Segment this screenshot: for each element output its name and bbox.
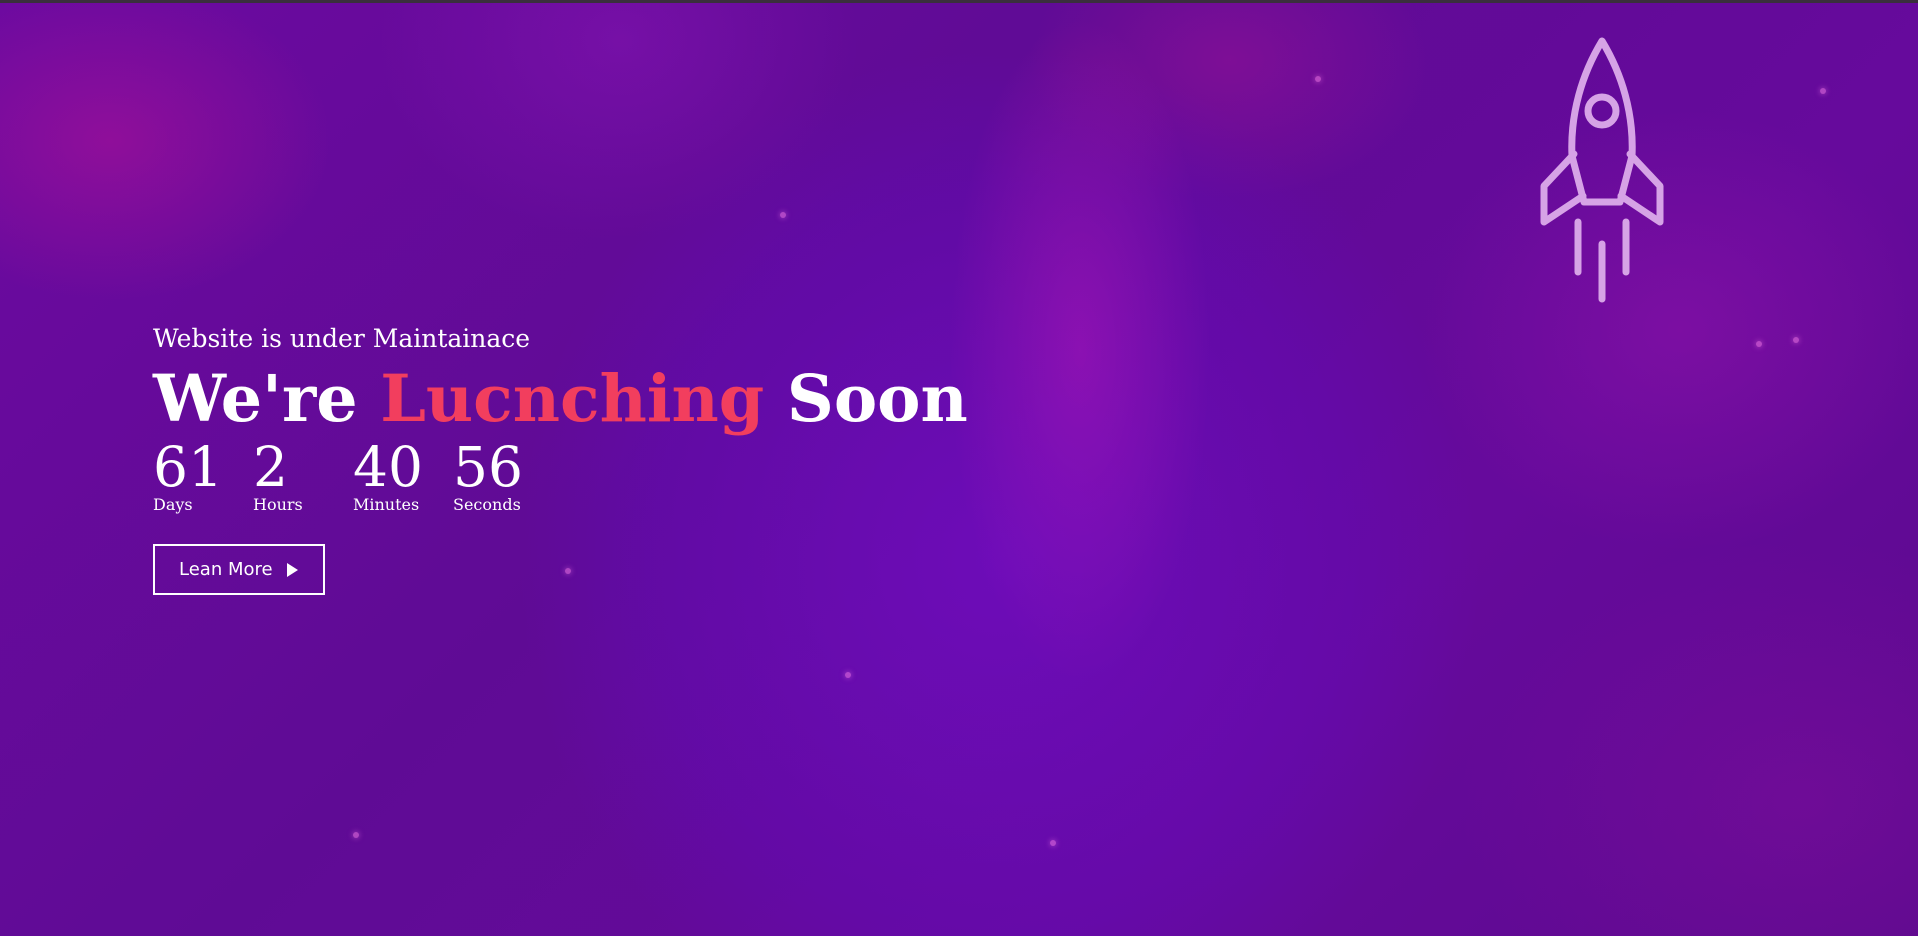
hero-section: Website is under Maintainace We're Lucnc… [153,322,968,595]
top-edge-bar [0,0,1918,3]
rocket-icon [1540,37,1664,303]
star-decoration [1756,341,1762,347]
star-decoration [1315,76,1321,82]
countdown-seconds: 56 Seconds [453,438,553,514]
headline-accent: Lucnching [380,361,765,437]
countdown-minutes: 40 Minutes [353,438,453,514]
learn-more-label: Lean More [179,559,273,580]
countdown-days: 61 Days [153,438,253,514]
hours-label: Hours [253,495,303,514]
star-decoration [1820,88,1826,94]
days-label: Days [153,495,193,514]
learn-more-button[interactable]: Lean More [153,544,325,595]
countdown-hours: 2 Hours [253,438,353,514]
seconds-label: Seconds [453,495,521,514]
minutes-label: Minutes [353,495,420,514]
countdown-timer: 61 Days 2 Hours 40 Minutes 56 Seconds [153,438,968,514]
star-decoration [780,212,786,218]
headline-suffix: Soon [786,361,968,437]
star-decoration [845,672,851,678]
days-value: 61 [153,435,223,499]
seconds-value: 56 [453,435,523,499]
minutes-value: 40 [353,435,423,499]
maintenance-subtitle: Website is under Maintainace [153,324,531,353]
star-decoration [1793,337,1799,343]
hours-value: 2 [253,435,288,499]
launch-headline: We're Lucnching Soon [153,360,968,438]
star-decoration [1050,840,1056,846]
star-decoration [353,832,359,838]
play-icon [286,562,298,577]
headline-prefix: We're [153,361,358,437]
